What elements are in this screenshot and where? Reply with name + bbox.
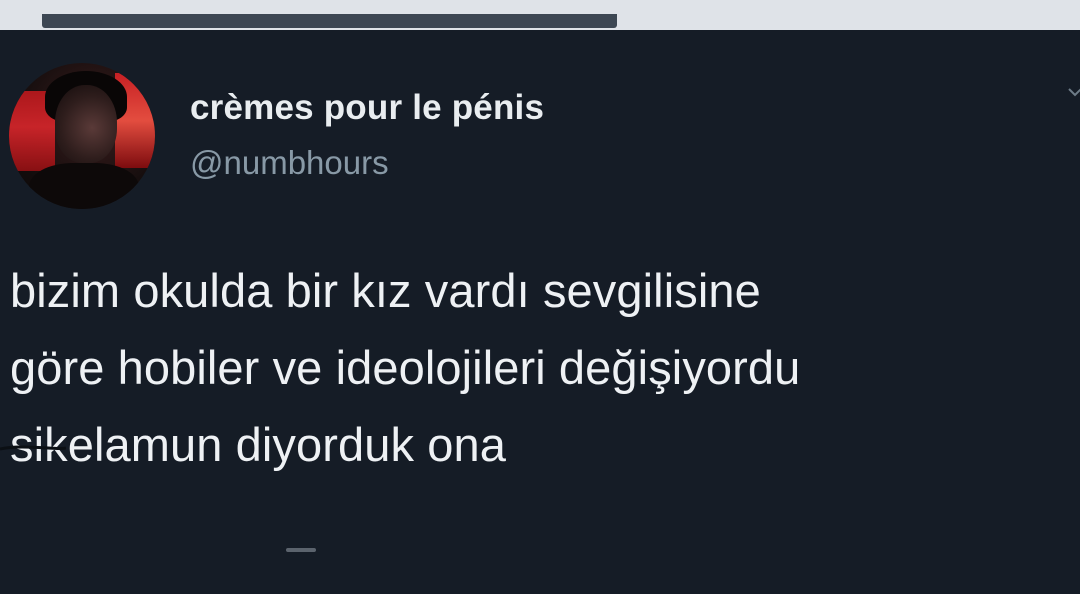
cropped-text-fragment (42, 14, 617, 28)
tweet-text-line: sikelamun diyorduk ona (10, 418, 506, 471)
user-handle[interactable]: @numbhours (190, 144, 389, 182)
chevron-down-icon[interactable] (1068, 85, 1080, 99)
avatar-face (55, 85, 117, 163)
avatar[interactable] (9, 63, 155, 209)
avatar-shoulders (29, 163, 139, 209)
tweet-text: bizim okulda bir kız vardı sevgilisine g… (10, 252, 1070, 483)
tweet-text-line: bizim okulda bir kız vardı sevgilisine (10, 264, 761, 317)
pen-scribble-mark (0, 445, 66, 451)
previous-tweet-fragment (0, 0, 1080, 30)
divider-fragment (286, 548, 316, 552)
display-name[interactable]: crèmes pour le pénis (190, 88, 544, 128)
tweet-card[interactable]: crèmes pour le pénis @numbhours bizim ok… (0, 30, 1080, 594)
tweet-text-line: göre hobiler ve ideolojileri değişiyordu (10, 341, 801, 394)
